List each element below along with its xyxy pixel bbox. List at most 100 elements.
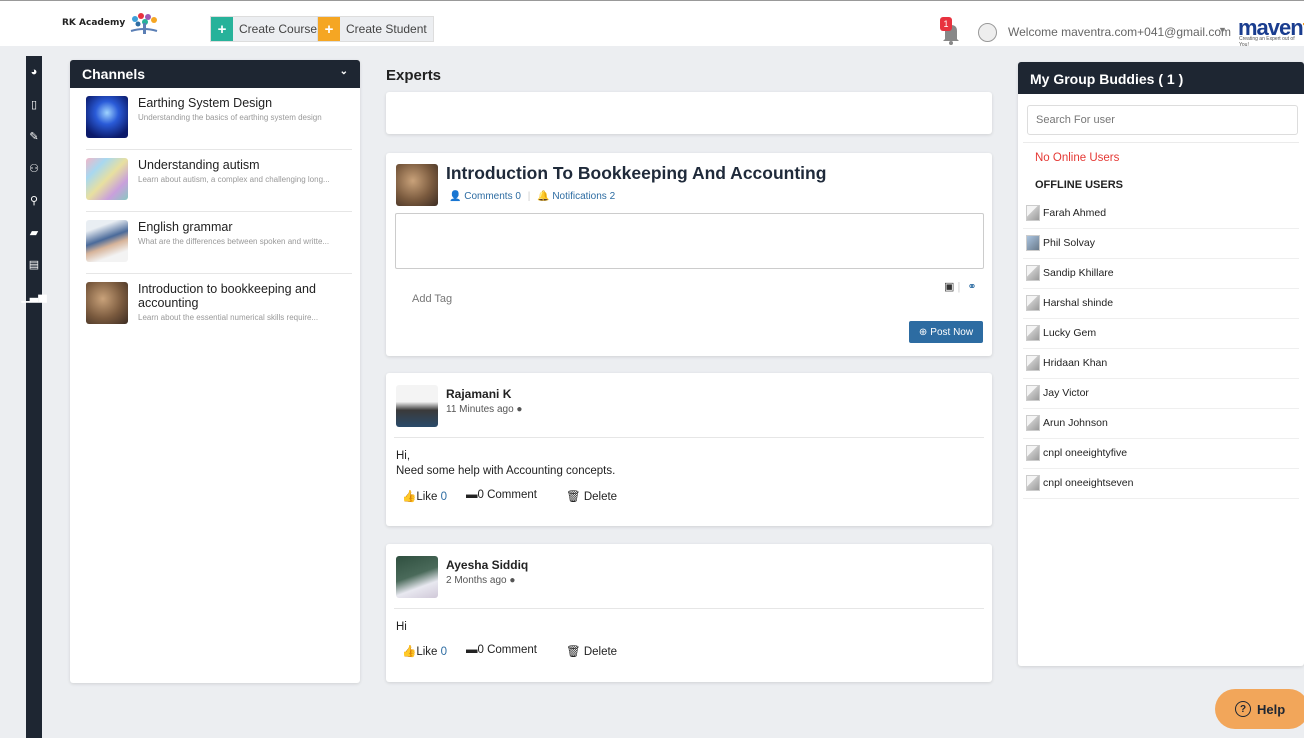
buddy-name: Lucky Gem <box>1043 327 1097 339</box>
buddy-name: Hridaan Khan <box>1043 357 1108 369</box>
user-avatar-icon <box>1026 325 1040 341</box>
user-icon: 👤 <box>449 191 462 202</box>
buddy-name: Jay Victor <box>1043 387 1089 399</box>
channel-desc: Understanding the basics of earthing sys… <box>138 113 322 122</box>
buddy-item[interactable]: Sandip Khillare <box>1026 265 1114 281</box>
like-label: Like <box>416 646 438 658</box>
channel-item[interactable]: English grammar What are the differences… <box>86 212 352 274</box>
empty-card <box>386 92 992 134</box>
buddy-item[interactable]: Jay Victor <box>1026 385 1089 401</box>
post-author[interactable]: Rajamani K <box>446 387 511 401</box>
channel-title: Introduction to bookkeeping and accounti… <box>138 282 316 310</box>
user-icon[interactable]: ⚲ <box>26 184 42 216</box>
channel-item[interactable]: Understanding autism Learn about autism,… <box>86 150 352 212</box>
question-icon: ? <box>1235 701 1251 717</box>
add-tag-input[interactable]: Add Tag <box>412 293 452 305</box>
notifications-button[interactable]: 1 <box>939 17 963 45</box>
page-title: Experts <box>386 67 442 84</box>
buddy-name: cnpl oneeightyfive <box>1043 447 1128 459</box>
channel-title: English grammar <box>138 220 233 234</box>
post-actions: 👍Like 0 ▬0 Comment 🗑 Delete <box>402 489 617 503</box>
channel-item[interactable]: Introduction to bookkeeping and accounti… <box>86 274 352 354</box>
no-online-text: No Online Users <box>1035 152 1120 164</box>
buddy-item[interactable]: Phil Solvay <box>1026 235 1095 251</box>
buddy-name: Sandip Khillare <box>1043 267 1114 279</box>
post-textarea[interactable] <box>395 213 984 269</box>
like-button[interactable]: 👍Like 0 <box>402 489 466 503</box>
trash-icon: 🗑 <box>566 491 581 503</box>
brand-tagline: Creating an Expert out of You! <box>1239 36 1295 48</box>
welcome-text[interactable]: Welcome maventra.com+041@gmail.com <box>1008 25 1231 39</box>
book-icon[interactable]: ▯ <box>26 88 42 120</box>
dashboard-icon[interactable]: ◕ <box>26 56 42 88</box>
buddy-item[interactable]: Farah Ahmed <box>1026 205 1106 221</box>
post-now-button[interactable]: ⊕ Post Now <box>909 321 983 343</box>
buddy-item[interactable]: Lucky Gem <box>1026 325 1096 341</box>
user-avatar-icon <box>1026 385 1040 401</box>
notifications-link[interactable]: Notifications 2 <box>552 191 615 202</box>
user-avatar-icon <box>1026 295 1040 311</box>
user-avatar-icon <box>1026 475 1040 491</box>
delete-button[interactable]: 🗑 Delete <box>566 489 617 503</box>
buddy-item[interactable]: cnpl oneeightseven <box>1026 475 1134 491</box>
comment-button[interactable]: ▬0 Comment <box>466 489 566 503</box>
buddy-item[interactable]: Hridaan Khan <box>1026 355 1107 371</box>
chevron-down-icon[interactable]: ⌄ <box>340 66 348 82</box>
channel-title: Earthing System Design <box>138 96 273 110</box>
user-avatar-icon <box>1026 415 1040 431</box>
like-count: 0 <box>440 646 448 658</box>
plus-icon: + <box>211 17 233 41</box>
edit-icon[interactable]: ✎ <box>26 120 42 152</box>
channel-item[interactable]: Earthing System Design Understanding the… <box>86 88 352 150</box>
create-student-button[interactable]: + Create Student <box>317 16 434 42</box>
buddy-item[interactable]: Arun Johnson <box>1026 415 1108 431</box>
help-button[interactable]: ? Help <box>1215 689 1304 729</box>
post-body-line: Need some help with Accounting concepts. <box>396 465 616 477</box>
create-course-label: Create Course <box>239 22 318 36</box>
post-card: Ayesha Siddiq 2 Months ago ● Hi 👍Like 0 … <box>386 544 992 682</box>
buddy-item[interactable]: Harshal shinde <box>1026 295 1113 311</box>
create-course-button[interactable]: + Create Course <box>210 16 325 42</box>
buddy-item[interactable]: cnpl oneeightyfive <box>1026 445 1127 461</box>
logo[interactable]: RK Academy <box>62 11 161 35</box>
buddy-name: Arun Johnson <box>1043 417 1108 429</box>
chevron-down-icon[interactable]: ▼ <box>1218 25 1227 35</box>
thumbs-up-icon: 👍 <box>402 491 417 503</box>
link-icon[interactable]: ⚭ <box>967 281 976 293</box>
post-body-line: Hi, <box>396 450 411 462</box>
avatar[interactable] <box>396 385 438 427</box>
channels-header[interactable]: Channels ⌄ <box>70 60 360 88</box>
users-icon[interactable]: ⚇ <box>26 152 42 184</box>
image-icon[interactable]: ▣ <box>944 281 954 293</box>
course-title[interactable]: Introduction To Bookkeeping And Accounti… <box>446 163 826 184</box>
post-body-line: Hi <box>396 621 407 633</box>
buddy-name: Farah Ahmed <box>1043 207 1107 219</box>
user-search-input[interactable]: Search For user <box>1027 105 1298 135</box>
delete-label: Delete <box>583 491 618 503</box>
signal-icon[interactable]: ▁▃▅ <box>21 280 46 312</box>
bell-icon: 🔔 <box>537 191 550 202</box>
channel-desc: Learn about autism, a complex and challe… <box>138 175 330 184</box>
avatar[interactable] <box>396 556 438 598</box>
user-avatar-icon[interactable] <box>978 23 997 42</box>
post-card: Rajamani K 11 Minutes ago ● Hi, Need som… <box>386 373 992 526</box>
user-avatar-icon <box>1026 205 1040 221</box>
divider: | <box>957 281 961 293</box>
divider <box>1023 498 1299 499</box>
divider <box>1023 288 1299 289</box>
document-icon[interactable]: ▤ <box>26 248 42 280</box>
comment-icon: ▬ <box>466 489 478 501</box>
like-button[interactable]: 👍Like 0 <box>402 644 466 658</box>
post-author[interactable]: Ayesha Siddiq <box>446 558 528 572</box>
divider <box>1023 408 1299 409</box>
comment-button[interactable]: ▬0 Comment <box>466 644 566 658</box>
tablet-icon[interactable]: ▰ <box>26 216 42 248</box>
logo-text: RK Academy <box>62 18 126 28</box>
comments-link[interactable]: Comments 0 <box>464 191 521 202</box>
thumbs-up-icon: 👍 <box>402 646 417 658</box>
like-count: 0 <box>440 491 448 503</box>
comment-icon: ▬ <box>466 644 478 656</box>
delete-button[interactable]: 🗑 Delete <box>566 644 617 658</box>
post-body: Hi <box>396 620 407 635</box>
post-actions: 👍Like 0 ▬0 Comment 🗑 Delete <box>402 644 617 658</box>
